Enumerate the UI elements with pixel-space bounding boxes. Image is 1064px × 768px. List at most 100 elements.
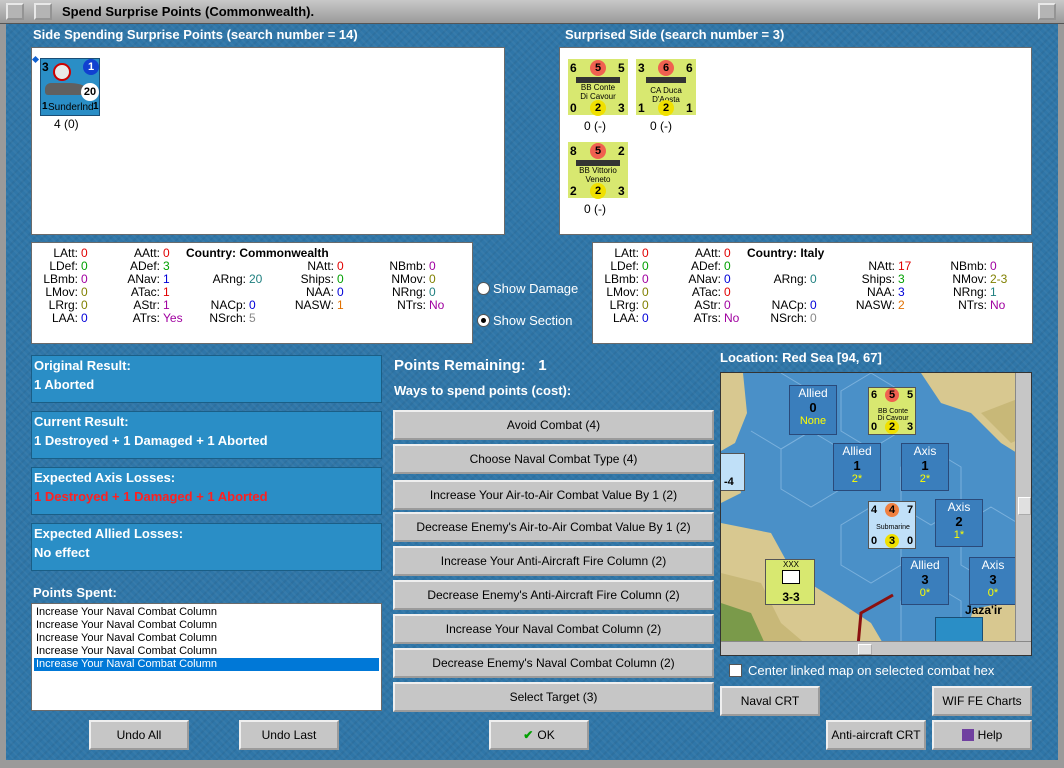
unit-bl: 1 — [638, 101, 645, 115]
stat-nrng: 1 — [990, 285, 997, 299]
decrease-enemy-air-to-air-button[interactable]: Decrease Enemy's Air-to-Air Combat Value… — [393, 512, 714, 542]
select-target-button[interactable]: Select Target (3) — [393, 682, 714, 712]
list-item[interactable]: Increase Your Naval Combat Column — [34, 645, 379, 658]
sunderland-counter[interactable]: 3 1 20 1 Sunderlnd 1 — [31, 55, 100, 116]
stat-nmov: 0 — [429, 272, 436, 286]
map-vertical-scrollbar[interactable] — [1015, 373, 1031, 641]
allied-box-0: Allied 0 None — [789, 385, 837, 435]
unit-size: XXX — [782, 560, 799, 569]
points-spent-title: Points Spent: — [33, 585, 117, 600]
allied-box-1: Allied 1 2* — [833, 443, 881, 491]
allied-box-3: Allied 3 0* — [901, 557, 949, 605]
show-section-radio[interactable] — [477, 314, 490, 327]
unit-name: Sunderlnd — [48, 102, 94, 113]
stat-label: NMov: — [952, 272, 987, 286]
scroll-thumb[interactable] — [858, 644, 872, 655]
stat-label: LDef: — [610, 259, 639, 273]
stat-ntrs: No — [429, 298, 445, 312]
current-result-value: 1 Destroyed + 1 Damaged + 1 Aborted — [34, 433, 268, 448]
stat-nrng: 0 — [429, 285, 436, 299]
choose-naval-combat-type-button[interactable]: Choose Naval Combat Type (4) — [393, 444, 714, 474]
stat-nacp: 0 — [249, 298, 256, 312]
checkmark-icon: ✔ — [523, 728, 534, 742]
stat-lbmb: 0 — [642, 272, 649, 286]
list-item[interactable]: Increase Your Naval Combat Column — [34, 632, 379, 645]
stat-label: ATac: — [691, 285, 721, 299]
undo-last-button[interactable]: Undo Last — [239, 720, 339, 750]
list-item[interactable]: Increase Your Naval Combat Column — [34, 606, 379, 619]
stat-ships: 3 — [898, 272, 905, 286]
ok-button[interactable]: ✔ OK — [489, 720, 589, 750]
points-spent-list[interactable]: Increase Your Naval Combat Column Increa… — [31, 603, 382, 711]
unit-tr: 7 — [907, 504, 914, 516]
collapse-button[interactable] — [34, 3, 52, 20]
submarine-counter[interactable]: 4 4 7 Submarine 0 3 0 — [868, 501, 916, 549]
stat-atac: 1 — [163, 285, 170, 299]
stat-label: LBmb: — [604, 272, 639, 286]
maximize-button[interactable] — [1038, 3, 1056, 20]
stat-label: ATrs: — [132, 311, 160, 325]
stat-label: ANav: — [127, 272, 160, 286]
ways-to-spend-label: Ways to spend points (cost): — [394, 383, 572, 398]
map-horizontal-scrollbar[interactable] — [721, 641, 1031, 655]
unit-bc: 2 — [885, 420, 899, 434]
stat-ntrs: No — [990, 298, 1006, 312]
avoid-combat-button[interactable]: Avoid Combat (4) — [393, 410, 714, 440]
stat-atrs: No — [724, 311, 740, 325]
bb-vittorio-veneto-counter[interactable]: 8 5 2 BB Vittorio Veneto 2 2 3 — [568, 142, 628, 199]
stat-lbmb: 0 — [81, 272, 88, 286]
stat-anav: 1 — [163, 272, 170, 286]
show-damage-label[interactable]: Show Damage — [493, 281, 578, 296]
stat-label: LBmb: — [43, 272, 78, 286]
naval-crt-button[interactable]: Naval CRT — [720, 686, 820, 716]
show-section-label[interactable]: Show Section — [493, 313, 573, 328]
system-menu-button[interactable] — [6, 3, 24, 20]
undo-all-button[interactable]: Undo All — [89, 720, 189, 750]
army-counter[interactable]: XXX 3-3 — [765, 559, 815, 605]
stat-laa: 0 — [81, 311, 88, 325]
unit-bl: 0 — [871, 535, 878, 547]
unit-bc: 2 — [658, 100, 674, 116]
increase-aa-fire-button[interactable]: Increase Your Anti-Aircraft Fire Column … — [393, 546, 714, 576]
list-item[interactable]: Increase Your Naval Combat Column — [34, 619, 379, 632]
box-sub: None — [799, 415, 827, 427]
stat-arng: 20 — [249, 272, 263, 286]
map-location: Location: Red Sea [94, 67] — [720, 350, 882, 365]
anti-aircraft-crt-button[interactable]: Anti-aircraft CRT — [826, 720, 926, 750]
stat-naa: 0 — [337, 285, 344, 299]
increase-air-to-air-button[interactable]: Increase Your Air-to-Air Combat Value By… — [393, 480, 714, 510]
axis-box-1: Axis 1 2* — [901, 443, 949, 491]
unit-tl: 4 — [871, 504, 878, 516]
center-map-label[interactable]: Center linked map on selected combat hex — [748, 663, 994, 678]
unit-bottom-left: 1 — [42, 101, 48, 112]
unit-bc: 3 — [885, 534, 899, 548]
show-damage-radio[interactable] — [477, 282, 490, 295]
center-map-checkbox[interactable] — [729, 664, 742, 677]
wif-fe-charts-button[interactable]: WIF FE Charts — [932, 686, 1032, 716]
list-item-selected[interactable]: Increase Your Naval Combat Column — [34, 658, 379, 671]
decrease-enemy-aa-fire-button[interactable]: Decrease Enemy's Anti-Aircraft Fire Colu… — [393, 580, 714, 610]
stat-label: NAtt: — [307, 259, 334, 273]
decrease-enemy-naval-combat-button[interactable]: Decrease Enemy's Naval Combat Column (2) — [393, 648, 714, 678]
ca-duca-daosta-counter[interactable]: 3 6 6 CA Duca D'Aosta 1 2 1 — [636, 59, 696, 116]
stat-label: NTrs: — [397, 298, 426, 312]
bb-conte-di-cavour-counter[interactable]: 6 5 5 BB Conte Di Cavour 0 2 3 — [568, 59, 628, 116]
box-sub: 0* — [987, 587, 999, 599]
stat-atrs: Yes — [163, 311, 183, 325]
map-view[interactable]: Allied 0 None Allied 1 2* Axis 1 2* Axis… — [720, 372, 1032, 656]
scroll-thumb[interactable] — [1018, 497, 1031, 515]
original-result-title: Original Result: — [34, 358, 131, 373]
unit-br: 3 — [907, 421, 914, 433]
map-ship-counter[interactable]: 6 5 5 BB Conte Di Cavour 0 2 3 — [868, 387, 916, 435]
box-num: 0 — [809, 400, 817, 415]
stat-label: NACp: — [771, 298, 807, 312]
stat-nmov: 2-3 — [990, 272, 1008, 286]
box-side: Axis — [913, 444, 937, 458]
stat-label: NRng: — [952, 285, 987, 299]
increase-naval-combat-button[interactable]: Increase Your Naval Combat Column (2) — [393, 614, 714, 644]
box-num: 3 — [921, 572, 929, 587]
help-button[interactable]: Help — [932, 720, 1032, 750]
roundel-icon — [53, 63, 71, 81]
edge-counter[interactable]: -4 — [721, 453, 745, 491]
unit-bl: 0 — [570, 101, 577, 115]
